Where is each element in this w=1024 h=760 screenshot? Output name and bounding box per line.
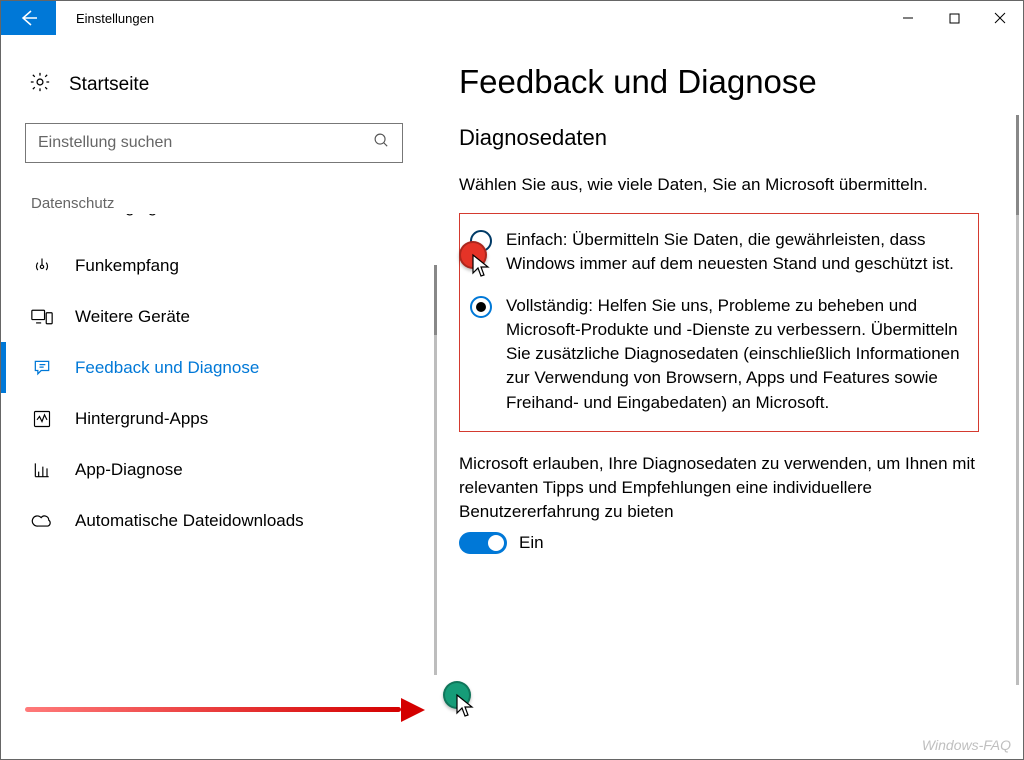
sidebar-item-auto-downloads[interactable]: Automatische Dateidownloads (25, 495, 441, 546)
allow-text: Microsoft erlauben, Ihre Diagnosedaten z… (459, 452, 979, 524)
titlebar: Einstellungen (1, 1, 1023, 35)
sidebar-item-feedback[interactable]: Feedback und Diagnose (25, 342, 441, 393)
maximize-button[interactable] (931, 1, 977, 35)
sidebar-item-label: App-Diagnose (75, 460, 183, 480)
home-link[interactable]: Startseite (29, 71, 441, 99)
cloud-icon (31, 512, 53, 530)
watermark: Windows-FAQ (922, 737, 1011, 753)
activity-icon (31, 409, 53, 429)
chart-icon (31, 460, 53, 480)
sidebar-item-label: Feedback und Diagnose (75, 358, 259, 378)
search-input[interactable]: Einstellung suchen (25, 123, 403, 163)
devices-icon (31, 307, 53, 327)
radio-icon[interactable] (470, 296, 492, 318)
minimize-button[interactable] (885, 1, 931, 35)
sidebar-item-weitere-geraete[interactable]: Weitere Geräte (25, 291, 441, 342)
sidebar: Startseite Einstellung suchen Datenschut… (1, 35, 441, 759)
toggle-label: Ein (519, 533, 544, 553)
annotation-arrow (25, 703, 425, 715)
sidebar-item-hintergrund-apps[interactable]: Hintergrund-Apps (25, 393, 441, 444)
cursor-icon (455, 693, 475, 719)
message-icon (31, 214, 53, 217)
back-button[interactable] (1, 1, 56, 35)
window-title: Einstellungen (56, 1, 174, 35)
settings-window: Einstellungen Startseite Einstellung suc… (0, 0, 1024, 760)
sidebar-item-label: Weitere Geräte (75, 307, 190, 327)
sidebar-item-label: Messaging (75, 214, 157, 217)
section-lead: Wählen Sie aus, wie viele Daten, Sie an … (459, 173, 969, 197)
option-label: Vollständig: Helfen Sie uns, Probleme zu… (506, 294, 964, 415)
section-title: Diagnosedaten (459, 125, 983, 151)
option-label: Einfach: Übermitteln Sie Daten, die gewä… (506, 228, 964, 276)
search-icon (373, 132, 390, 154)
sidebar-item-app-diagnose[interactable]: App-Diagnose (25, 444, 441, 495)
tailored-experiences-toggle[interactable] (459, 532, 507, 554)
home-label: Startseite (69, 74, 149, 96)
option-basic[interactable]: Einfach: Übermitteln Sie Daten, die gewä… (470, 228, 964, 276)
gear-icon (29, 71, 51, 99)
section-heading: Datenschutz (31, 195, 441, 212)
main-content: Feedback und Diagnose Diagnosedaten Wähl… (441, 35, 1023, 759)
cursor-icon (471, 253, 491, 279)
main-scrollbar[interactable] (1016, 115, 1019, 685)
sidebar-item-messaging[interactable]: Messaging (25, 214, 441, 240)
sidebar-item-funkempfang[interactable]: Funkempfang (25, 240, 441, 291)
diagnostic-options-group: Einfach: Übermitteln Sie Daten, die gewä… (459, 213, 979, 432)
sidebar-nav: Messaging Funkempfang Weitere Geräte (25, 214, 441, 546)
search-placeholder: Einstellung suchen (38, 134, 373, 152)
sidebar-item-label: Automatische Dateidownloads (75, 511, 304, 531)
radio-icon (31, 256, 53, 276)
sidebar-item-label: Hintergrund-Apps (75, 409, 208, 429)
sidebar-item-label: Funkempfang (75, 256, 179, 276)
sidebar-scrollbar[interactable] (434, 265, 437, 675)
option-full[interactable]: Vollständig: Helfen Sie uns, Probleme zu… (470, 294, 964, 415)
page-title: Feedback und Diagnose (459, 63, 983, 101)
close-button[interactable] (977, 1, 1023, 35)
feedback-icon (31, 358, 53, 378)
